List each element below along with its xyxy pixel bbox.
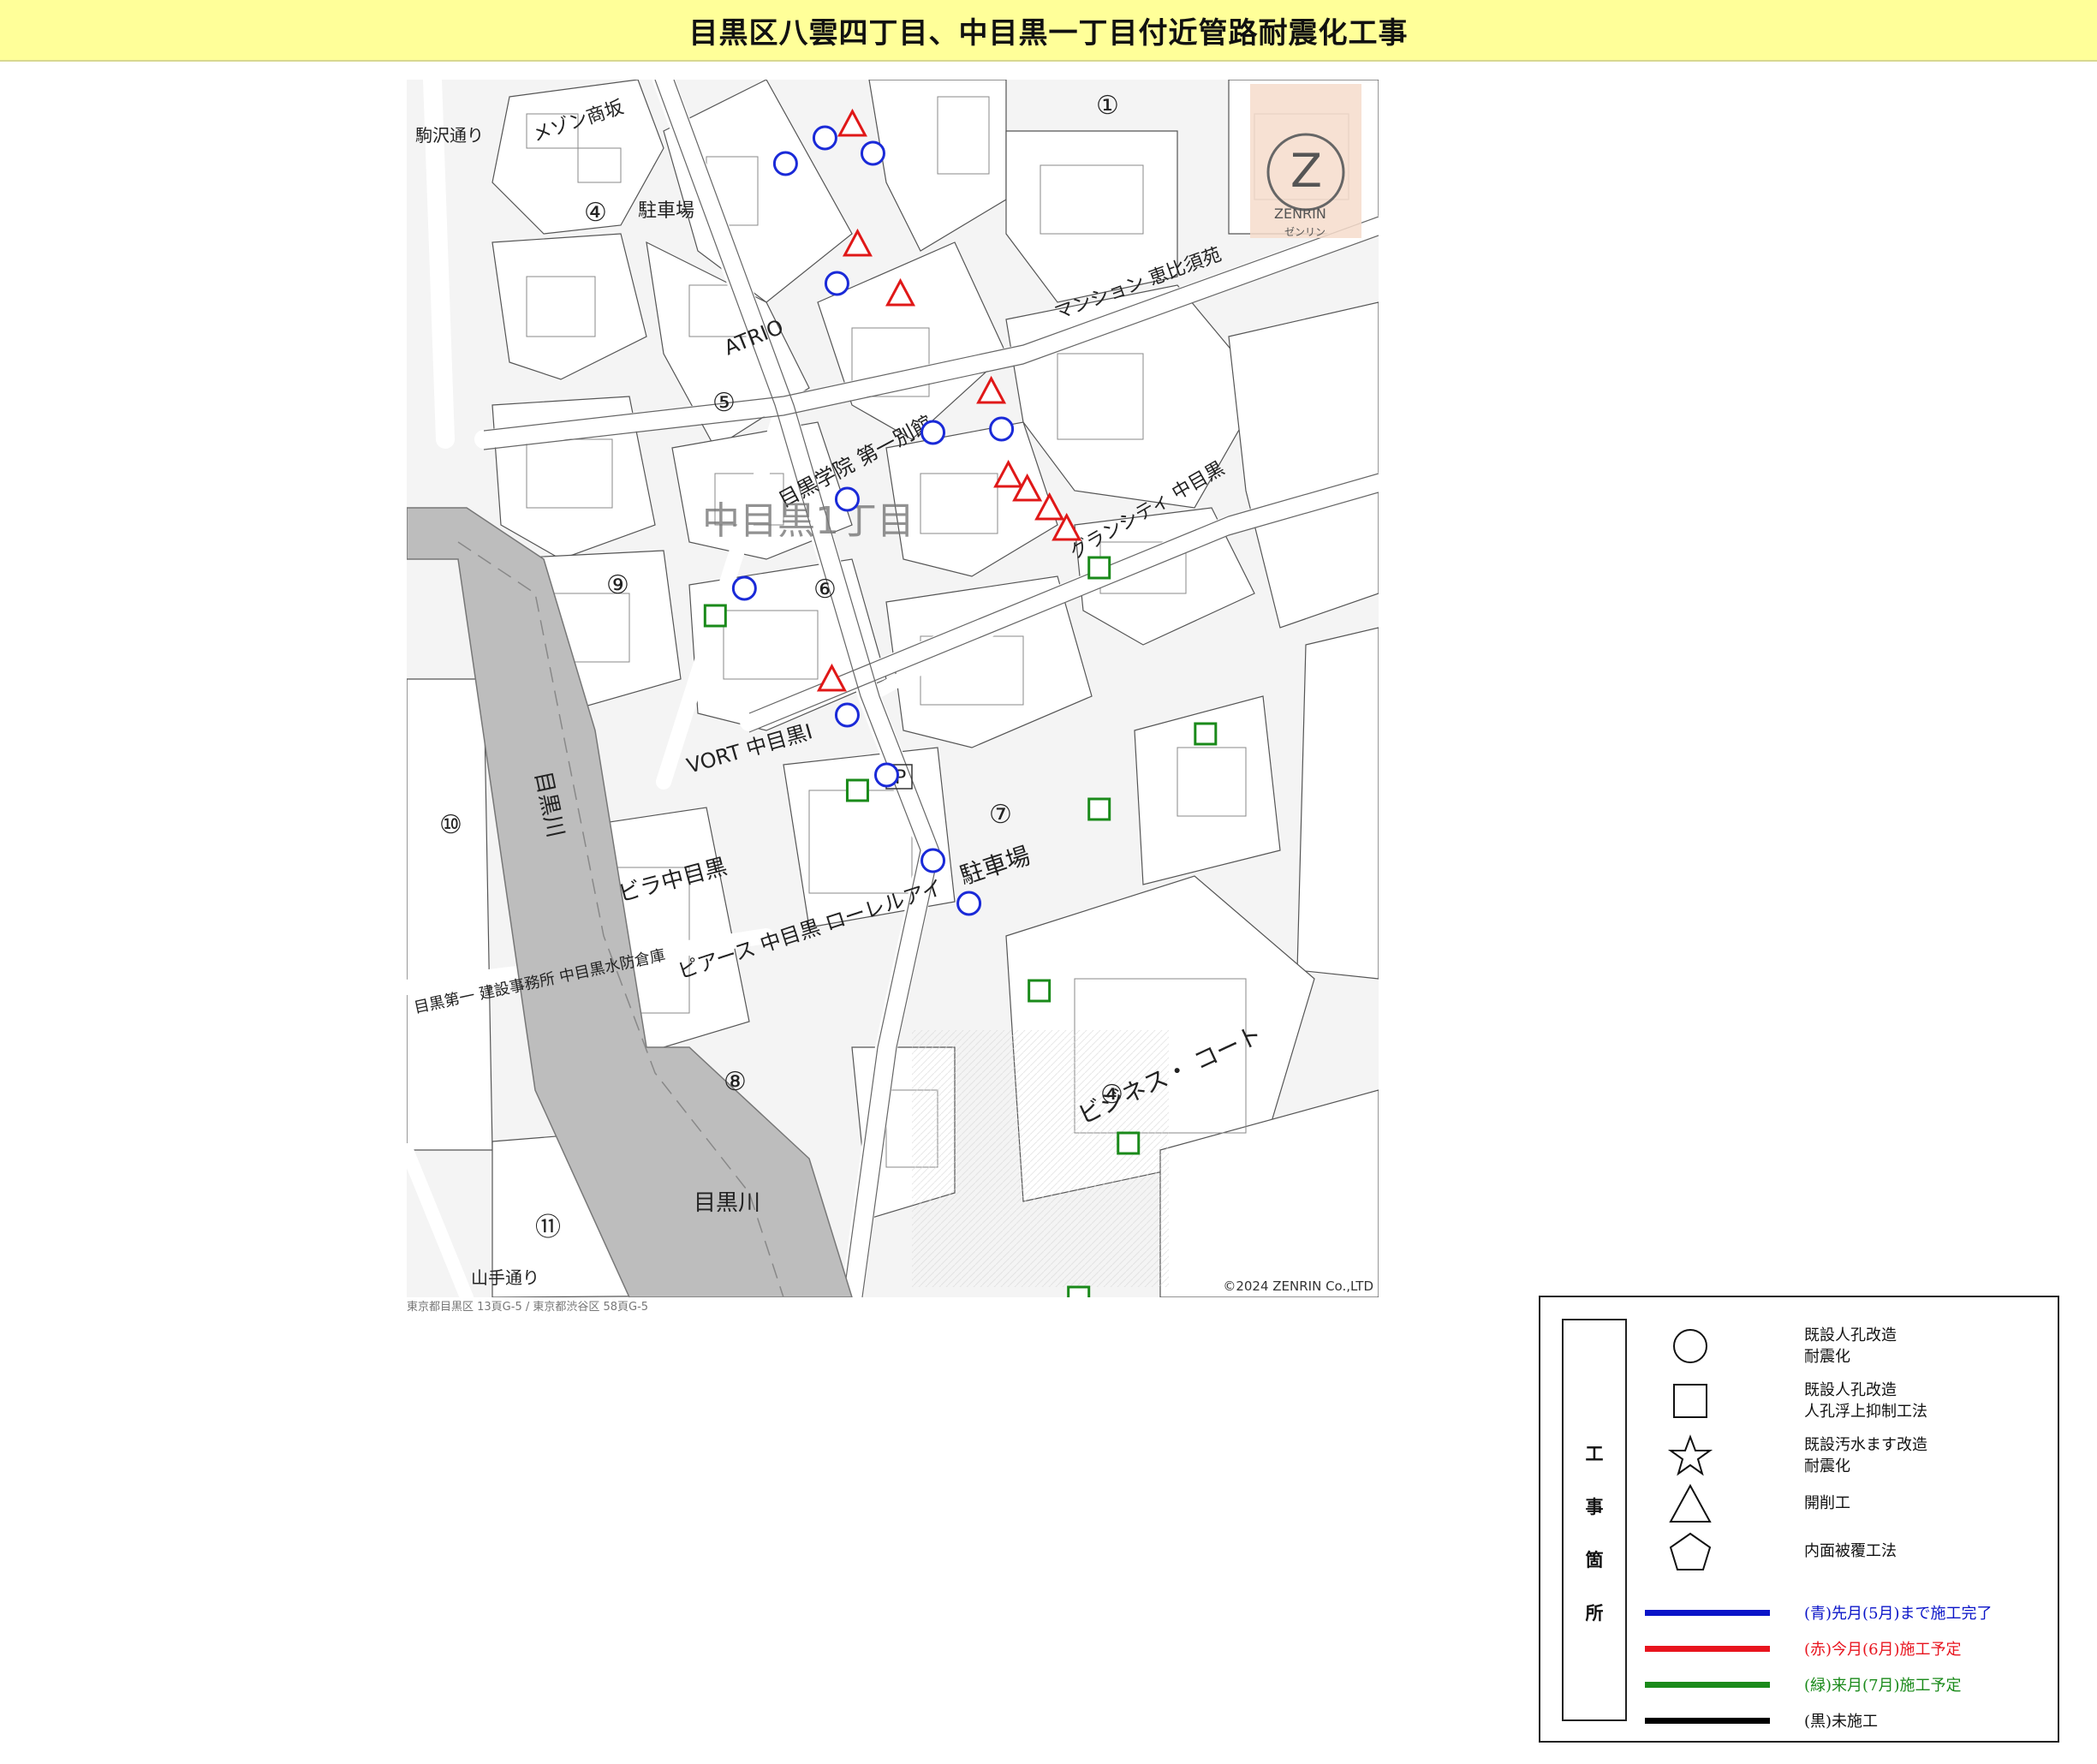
- manhole-square-marker: [703, 604, 727, 628]
- label-num-8: ⑧: [724, 1067, 747, 1097]
- manhole-circle-marker: [920, 848, 946, 873]
- manhole-square-marker: [1087, 797, 1111, 821]
- svg-text:ゼンリン: ゼンリン: [1284, 226, 1326, 238]
- manhole-circle-marker: [989, 416, 1015, 442]
- svg-text:ZENRIN: ZENRIN: [1274, 206, 1326, 222]
- legend-vert-char-4: 所: [1585, 1602, 1604, 1624]
- manhole-circle-marker: [834, 702, 860, 728]
- manhole-square-marker: [1194, 722, 1218, 746]
- manhole-square-marker: [1067, 1285, 1091, 1297]
- legend-line-label: (赤)今月(6月)施工予定: [1804, 1641, 1962, 1659]
- legend-line-label: (黒)未施工: [1804, 1713, 1879, 1731]
- map-footer: 東京都目黒区 13頁G-5 / 東京都渋谷区 58頁G-5: [407, 1297, 1379, 1314]
- manhole-circle-marker: [956, 891, 982, 916]
- label-num-4a: ④: [584, 198, 607, 228]
- black-line-swatch: [1645, 1718, 1770, 1724]
- label-meguro-river-2: 目黒川: [694, 1190, 760, 1216]
- legend-line-label: (緑)来月(7月)施工予定: [1804, 1677, 1962, 1695]
- star-icon: [1667, 1434, 1713, 1476]
- pentagon-icon: [1669, 1532, 1712, 1570]
- blue-line-swatch: [1645, 1610, 1770, 1616]
- zenrin-logo: Z ZENRIN ゼンリン: [1250, 84, 1361, 238]
- label-parking-1: 駐車場: [638, 200, 694, 222]
- label-num-10: ⑩: [439, 810, 462, 840]
- map-copyright: ©2024 ZENRIN Co.,LTD: [1223, 1278, 1373, 1294]
- manhole-circle-marker: [772, 151, 798, 176]
- label-yamate: 山手通り: [471, 1267, 539, 1288]
- label-num-7: ⑦: [989, 800, 1012, 830]
- label-num-1: ①: [1096, 91, 1119, 121]
- green-line-swatch: [1645, 1682, 1770, 1688]
- legend-item-label: 内面被覆工法: [1804, 1542, 1897, 1560]
- manhole-square-marker: [1117, 1131, 1141, 1155]
- map-area[interactable]: 駒沢通り メゾン商坂 駐車場 ATRIO 目黒学院 第一別館 VORT 中目黒Ⅰ…: [407, 80, 1379, 1297]
- legend-item-label: 既設人孔改造 人孔浮上抑制工法: [1804, 1381, 1927, 1421]
- manhole-circle-marker: [824, 271, 849, 296]
- manhole-circle-marker: [920, 420, 946, 445]
- district-label: 中目黒1丁目: [702, 499, 914, 543]
- legend-item-label: 既設汚水ます改造 耐震化: [1804, 1436, 1927, 1475]
- label-num-11: ⑪: [535, 1213, 561, 1243]
- legend-vert-char-1: 工: [1585, 1443, 1604, 1464]
- legend-item-label: 既設人孔改造 耐震化: [1804, 1326, 1897, 1366]
- label-num-4b: ④: [1100, 1080, 1123, 1110]
- triangle-icon: [1669, 1483, 1712, 1523]
- base-map: 駒沢通り メゾン商坂 駐車場 ATRIO 目黒学院 第一別館 VORT 中目黒Ⅰ…: [407, 80, 1379, 1297]
- title-bar: 目黒区八雲四丁目、中目黒一丁目付近管路耐震化工事: [0, 0, 2097, 62]
- red-line-swatch: [1645, 1646, 1770, 1652]
- page-title: 目黒区八雲四丁目、中目黒一丁目付近管路耐震化工事: [688, 15, 1409, 51]
- label-num-6: ⑥: [813, 575, 837, 605]
- legend-line-label: (青)先月(5月)まで施工完了: [1804, 1605, 1993, 1623]
- circle-icon: [1673, 1329, 1707, 1363]
- manhole-square-marker: [845, 778, 869, 802]
- legend-vert-char-3: 箇: [1585, 1549, 1604, 1570]
- legend-item-label: 開削工: [1804, 1494, 1850, 1512]
- manhole-circle-marker: [812, 125, 837, 151]
- legend-vert-char-2: 事: [1585, 1496, 1604, 1517]
- legend-vertical-label: 工 事 箇 所: [1562, 1319, 1627, 1721]
- manhole-circle-marker: [873, 762, 899, 788]
- label-num-5: ⑤: [712, 388, 736, 418]
- manhole-square-marker: [1087, 556, 1111, 580]
- manhole-circle-marker: [860, 140, 885, 166]
- manhole-circle-marker: [731, 575, 757, 601]
- svg-text:Z: Z: [1290, 144, 1322, 198]
- legend-box: 工 事 箇 所 既設人孔改造 耐震化 既設人孔改造 人孔浮上抑制工法 既設汚水ます改…: [1539, 1296, 2059, 1743]
- map-footer-ref: 東京都目黒区 13頁G-5 / 東京都渋谷区 58頁G-5: [407, 1301, 649, 1314]
- manhole-circle-marker: [834, 486, 860, 512]
- label-komazawa: 駒沢通り: [415, 125, 484, 146]
- manhole-square-marker: [1028, 979, 1051, 1003]
- square-icon: [1673, 1384, 1707, 1418]
- label-num-9: ⑨: [606, 570, 629, 600]
